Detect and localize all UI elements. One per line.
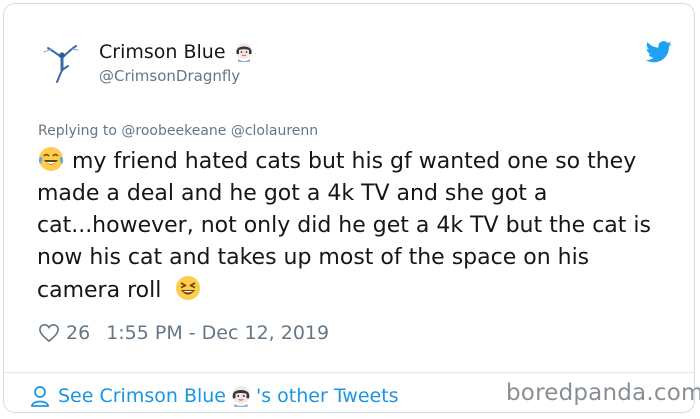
avatar[interactable] xyxy=(38,40,84,86)
divider xyxy=(4,372,694,373)
woman-emoji-icon xyxy=(235,43,252,62)
display-name-row[interactable]: Crimson Blue xyxy=(99,40,254,64)
timestamp[interactable]: 1:55 PM - Dec 12, 2019 xyxy=(106,322,329,344)
like-count[interactable]: 26 xyxy=(66,322,90,344)
reply-prefix: Replying to xyxy=(38,123,117,139)
grinning-squint-emoji-icon xyxy=(176,276,201,300)
see-suffix[interactable]: 's other Tweets xyxy=(256,385,399,407)
laughing-tears-emoji-icon xyxy=(39,147,63,171)
handle[interactable]: @CrimsonDragnfly xyxy=(99,66,254,86)
tweet-meta: 26 1:55 PM - Dec 12, 2019 xyxy=(38,322,329,344)
boredpanda-watermark: boredpanda.com xyxy=(506,380,700,406)
user-icon xyxy=(31,386,49,407)
heart-icon[interactable] xyxy=(38,323,60,343)
user-block: Crimson Blue @CrimsonDragnfly xyxy=(99,40,254,86)
reply-line: Replying to @roobeekeane @clolaurenn xyxy=(38,123,318,139)
see-other-tweets-link[interactable]: See Crimson Blue 's other Tweets xyxy=(30,385,399,407)
display-name[interactable]: Crimson Blue xyxy=(99,40,226,64)
twitter-bird-icon[interactable] xyxy=(646,41,672,63)
tweet-body: my friend hated cats but his gf wanted o… xyxy=(37,149,651,303)
woman-emoji-icon xyxy=(232,386,250,407)
reply-to-handles[interactable]: @roobeekeane @clolaurenn xyxy=(121,123,318,139)
tweet-card: Crimson Blue @CrimsonDragnfly Replying t… xyxy=(3,3,695,413)
see-prefix[interactable]: See Crimson Blue xyxy=(58,385,226,407)
tweet-text: my friend hated cats but his gf wanted o… xyxy=(37,145,677,307)
